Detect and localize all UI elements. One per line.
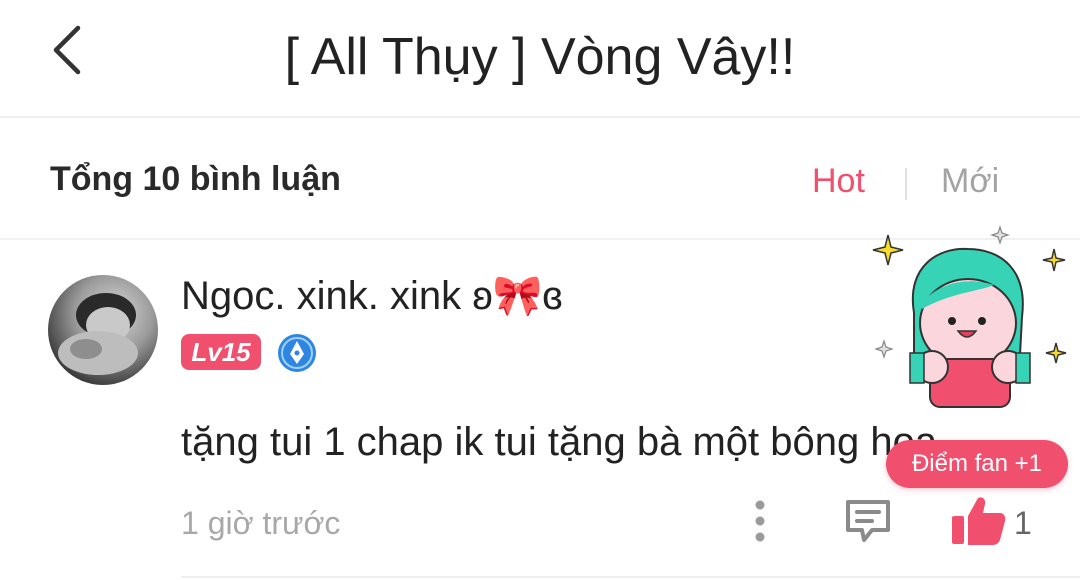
page-title: [ All Thụy ] Vòng Vây!!	[284, 28, 796, 86]
reply-comment-icon	[846, 500, 890, 542]
comment-divider	[181, 576, 1080, 578]
sort-hot-tab[interactable]: Hot	[812, 162, 865, 201]
avatar-image	[58, 293, 138, 375]
pen-badge-icon	[276, 332, 318, 374]
top-bar: [ All Thụy ] Vòng Vây!!	[0, 0, 1080, 118]
comment-username[interactable]: Ngoc. xink. xink ʚ🎀ɞ	[181, 272, 563, 319]
reply-button[interactable]	[842, 496, 894, 546]
comment-timestamp: 1 giờ trước	[181, 505, 341, 541]
like-button[interactable]	[948, 494, 1008, 548]
level-badge: Lv15	[181, 334, 261, 370]
more-options-button[interactable]	[742, 498, 778, 544]
thumbs-up-icon	[952, 497, 1006, 545]
comment-body: tặng tui 1 chap ik tui tặng bà một bông …	[181, 420, 938, 464]
mascot-sticker	[870, 225, 1080, 415]
avatar[interactable]	[48, 275, 158, 385]
sort-new-tab[interactable]: Mới	[941, 162, 999, 201]
more-vertical-icon	[755, 500, 765, 542]
comment-total-label: Tổng 10 bình luận	[50, 160, 341, 198]
fan-points-badge: Điểm fan +1	[886, 440, 1068, 488]
like-count: 1	[1014, 505, 1032, 541]
sort-divider	[905, 168, 907, 200]
